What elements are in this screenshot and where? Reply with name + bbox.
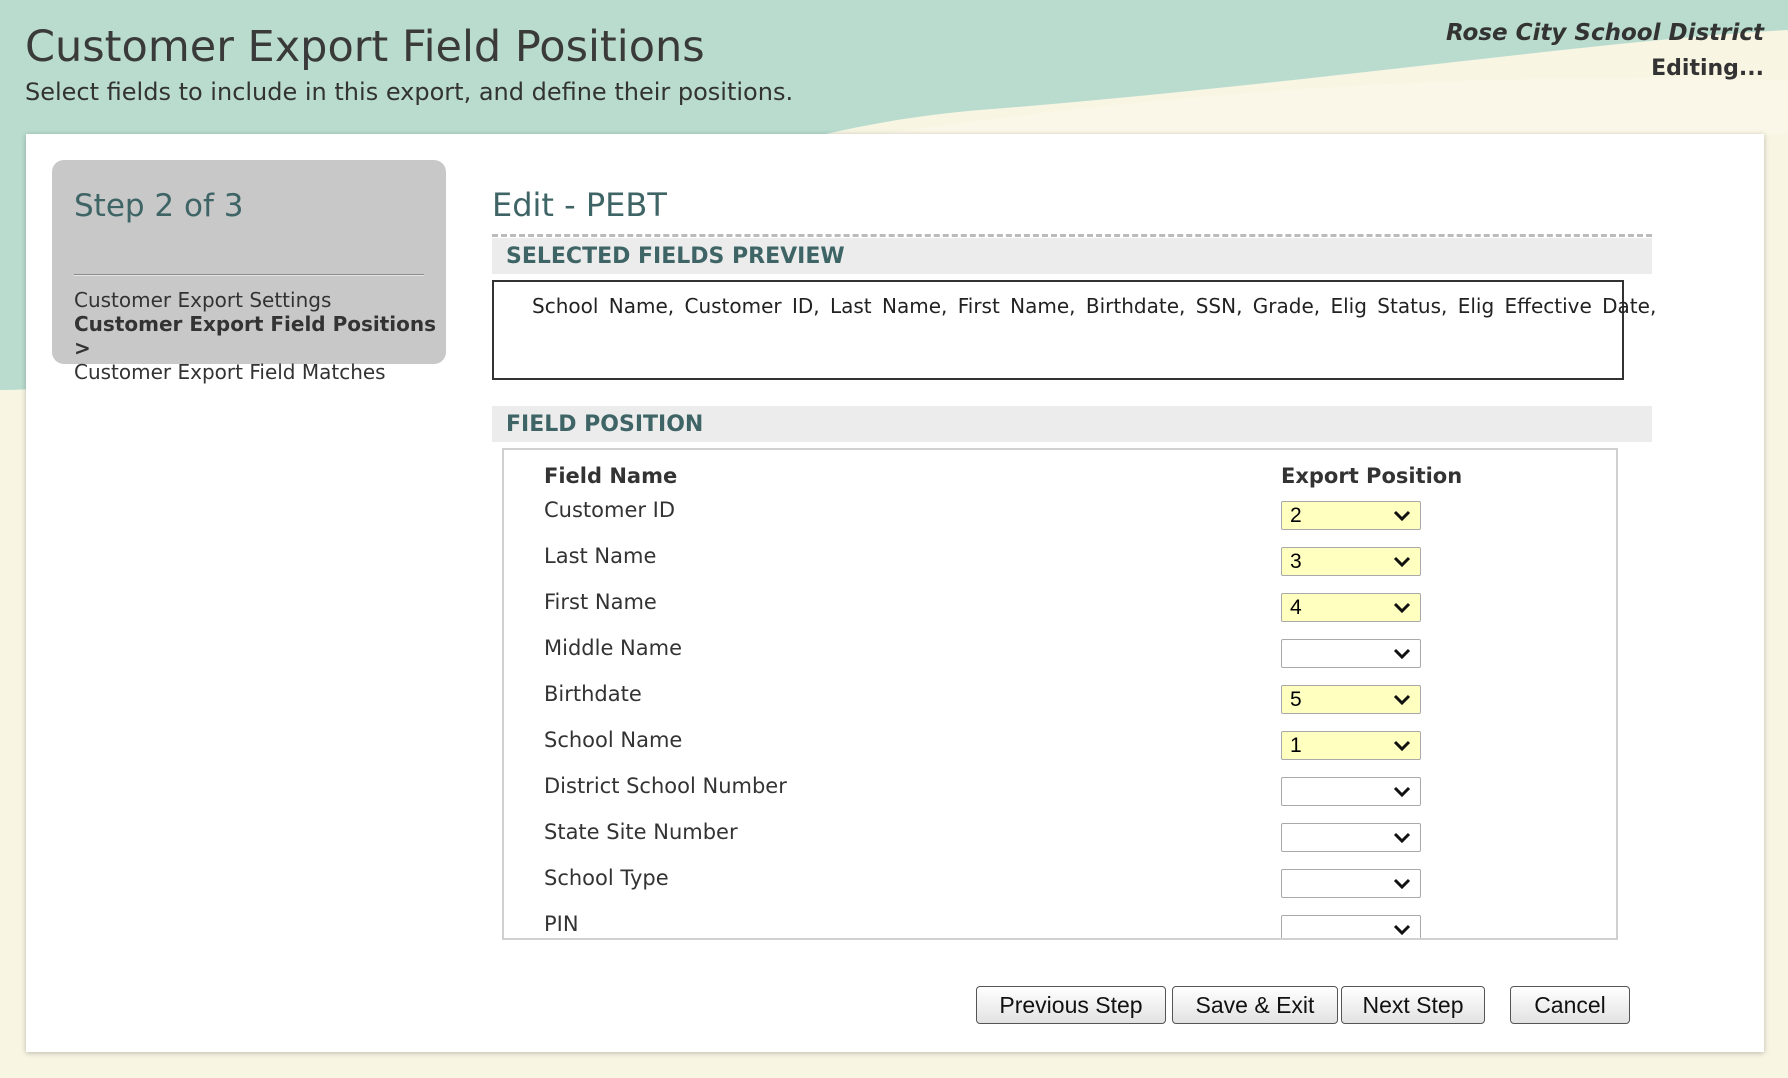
column-header-export-position: Export Position (1281, 464, 1463, 488)
column-header-field-name: Field Name (544, 464, 678, 488)
page-subtitle: Select fields to include in this export,… (25, 78, 794, 106)
chevron-down-icon (1393, 556, 1411, 568)
selected-fields-preview: School Name, Customer ID, Last Name, Fir… (492, 280, 1656, 380)
section-heading: SELECTED FIELDS PREVIEW (506, 244, 845, 269)
export-position-select[interactable] (1281, 639, 1421, 668)
field-name-label: District School Number (544, 774, 787, 798)
export-position-select[interactable] (1281, 823, 1421, 852)
field-name-label: School Name (544, 728, 683, 752)
chevron-down-icon (1393, 510, 1411, 522)
export-position-select[interactable] (1281, 777, 1421, 806)
chevron-down-icon (1393, 694, 1411, 706)
chevron-down-icon (1393, 878, 1411, 890)
field-name-label: Birthdate (544, 682, 642, 706)
export-position-select[interactable]: 4 (1281, 593, 1421, 622)
select-value: 5 (1290, 688, 1302, 711)
field-name-label: School Type (544, 866, 669, 890)
select-value: 1 (1290, 734, 1302, 757)
content-card: Step 2 of 3 Customer Export Settings Cus… (26, 134, 1764, 1052)
export-position-select[interactable]: 1 (1281, 731, 1421, 760)
steps-divider (74, 274, 424, 276)
preview-text: School Name, Customer ID, Last Name, Fir… (532, 294, 1657, 318)
export-position-select[interactable]: 2 (1281, 501, 1421, 530)
field-name-label: Last Name (544, 544, 657, 568)
chevron-down-icon (1393, 648, 1411, 660)
edit-title: Edit - PEBT (492, 186, 667, 224)
chevron-down-icon (1393, 924, 1411, 936)
export-position-select[interactable]: 3 (1281, 547, 1421, 576)
district-name: Rose City School District (1445, 20, 1764, 46)
field-name-label: Customer ID (544, 498, 676, 522)
chevron-down-icon (1393, 786, 1411, 798)
chevron-down-icon (1393, 740, 1411, 752)
step-item-field-positions: Customer Export Field Positions > (74, 312, 437, 360)
step-item-settings[interactable]: Customer Export Settings (74, 288, 446, 312)
field-name-label: State Site Number (544, 820, 738, 844)
export-position-select[interactable] (1281, 869, 1421, 898)
previous-step-button[interactable]: Previous Step (976, 986, 1166, 1024)
wizard-steps-panel: Step 2 of 3 Customer Export Settings Cus… (52, 160, 446, 384)
export-position-select[interactable]: 5 (1281, 685, 1421, 714)
cancel-button[interactable]: Cancel (1510, 986, 1630, 1024)
field-name-label: Middle Name (544, 636, 682, 660)
step-item-field-matches[interactable]: Customer Export Field Matches (74, 360, 446, 384)
field-position-list[interactable]: Field Name Export Position Customer ID 2 L… (502, 448, 1618, 940)
page-title: Customer Export Field Positions (25, 22, 705, 72)
chevron-down-icon (1393, 832, 1411, 844)
field-name-label: PIN (544, 912, 579, 936)
select-value: 4 (1290, 596, 1302, 619)
field-name-label: First Name (544, 590, 657, 614)
next-step-button[interactable]: Next Step (1341, 986, 1485, 1024)
export-position-select[interactable] (1281, 915, 1421, 938)
select-value: 3 (1290, 550, 1302, 573)
select-value: 2 (1290, 504, 1302, 527)
chevron-down-icon (1393, 602, 1411, 614)
editing-status: Editing... (1651, 56, 1764, 81)
save-exit-button[interactable]: Save & Exit (1172, 986, 1338, 1024)
section-heading: FIELD POSITION (506, 412, 704, 437)
selected-fields-preview-header: SELECTED FIELDS PREVIEW (492, 238, 1652, 274)
field-position-header: FIELD POSITION (492, 406, 1652, 442)
step-indicator: Step 2 of 3 (74, 188, 244, 224)
steps-list: Customer Export Settings Customer Export… (74, 288, 446, 384)
dashed-divider (492, 234, 1652, 237)
